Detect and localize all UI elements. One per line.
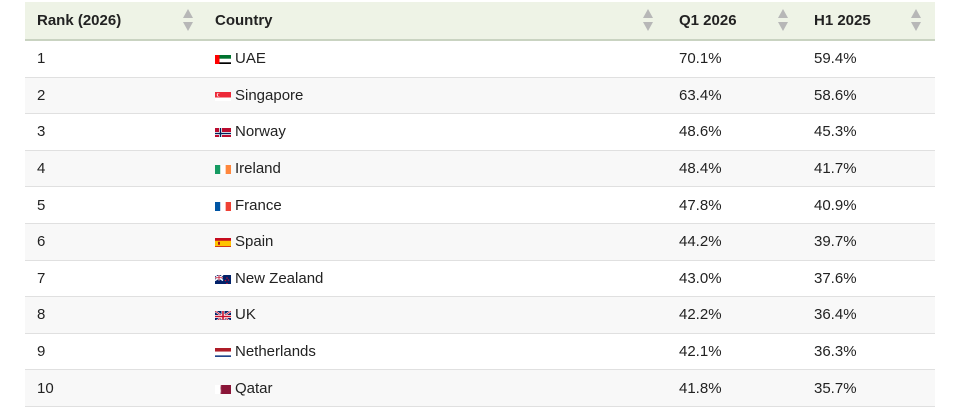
singapore-flag-icon <box>215 90 231 101</box>
table-row: 7 New Zealand 43.0% 37.6% <box>25 260 935 298</box>
country-name: Netherlands <box>235 343 316 361</box>
table-row: 4 Ireland 48.4% 41.7% <box>25 150 935 188</box>
sort-arrows-icon[interactable] <box>642 9 653 33</box>
q1-2026-cell: 42.2% <box>667 296 802 334</box>
ireland-flag-icon <box>215 163 231 175</box>
country-cell: New Zealand <box>207 260 667 298</box>
country-name: France <box>235 196 282 214</box>
column-header-country[interactable]: Country <box>207 2 667 41</box>
uae-flag-icon <box>215 53 231 65</box>
ranking-table: Rank (2026) Country Q1 2026 H1 2025 1 UAE… <box>25 2 935 407</box>
spain-flag-icon <box>215 236 231 248</box>
uk-flag-icon <box>215 309 231 321</box>
rank-cell: 5 <box>25 186 207 224</box>
column-header-label: Rank (2026) <box>37 12 122 29</box>
country-name: Ireland <box>235 160 281 178</box>
country-name: UAE <box>235 50 266 68</box>
country-name: Qatar <box>235 379 273 397</box>
h1-2025-cell: 37.6% <box>802 260 935 298</box>
country-name: Spain <box>235 233 274 251</box>
h1-2025-cell: 45.3% <box>802 113 935 151</box>
q1-2026-cell: 63.4% <box>667 77 802 115</box>
country-name: UK <box>235 306 256 324</box>
q1-2026-cell: 44.2% <box>667 223 802 261</box>
country-cell: UK <box>207 296 667 334</box>
h1-2025-cell: 59.4% <box>802 40 935 78</box>
norway-flag-icon <box>215 126 231 138</box>
h1-2025-cell: 39.7% <box>802 223 935 261</box>
h1-2025-cell: 41.7% <box>802 150 935 188</box>
q1-2026-cell: 43.0% <box>667 260 802 298</box>
rank-cell: 3 <box>25 113 207 151</box>
sort-arrows-icon[interactable] <box>182 9 193 33</box>
h1-2025-cell: 36.3% <box>802 333 935 371</box>
country-cell: Singapore <box>207 77 667 115</box>
new-zealand-flag-icon <box>215 273 231 284</box>
q1-2026-cell: 48.4% <box>667 150 802 188</box>
column-header-q1-2026[interactable]: Q1 2026 <box>667 2 802 41</box>
q1-2026-cell: 48.6% <box>667 113 802 151</box>
sort-arrows-icon[interactable] <box>777 9 788 33</box>
country-name: Singapore <box>235 86 304 104</box>
country-cell: Norway <box>207 113 667 151</box>
rank-cell: 10 <box>25 369 207 407</box>
table-row: 8 UK 42.2% 36.4% <box>25 296 935 334</box>
table-row: 1 UAE 70.1% 59.4% <box>25 40 935 78</box>
column-header-label: Country <box>215 12 273 29</box>
country-cell: UAE <box>207 40 667 78</box>
table-row: 6 Spain 44.2% 39.7% <box>25 223 935 261</box>
q1-2026-cell: 47.8% <box>667 186 802 224</box>
ranking-table-container: Rank (2026) Country Q1 2026 H1 2025 1 UAE… <box>25 2 935 407</box>
h1-2025-cell: 35.7% <box>802 369 935 407</box>
h1-2025-cell: 58.6% <box>802 77 935 115</box>
country-name: New Zealand <box>235 269 324 287</box>
q1-2026-cell: 41.8% <box>667 369 802 407</box>
table-row: 9 Netherlands 42.1% 36.3% <box>25 333 935 371</box>
country-name: Norway <box>235 123 286 141</box>
table-header-row: Rank (2026) Country Q1 2026 H1 2025 <box>25 2 935 41</box>
column-header-label: Q1 2026 <box>679 12 737 29</box>
column-header-h1-2025[interactable]: H1 2025 <box>802 2 935 41</box>
table-row: 5 France 47.8% 40.9% <box>25 186 935 224</box>
rank-cell: 6 <box>25 223 207 261</box>
qatar-flag-icon <box>215 383 231 394</box>
country-cell: Qatar <box>207 369 667 407</box>
column-header-rank[interactable]: Rank (2026) <box>25 2 207 41</box>
rank-cell: 9 <box>25 333 207 371</box>
rank-cell: 8 <box>25 296 207 334</box>
country-cell: Ireland <box>207 150 667 188</box>
h1-2025-cell: 36.4% <box>802 296 935 334</box>
netherlands-flag-icon <box>215 346 231 358</box>
country-cell: France <box>207 186 667 224</box>
table-row: 10 Qatar 41.8% 35.7% <box>25 369 935 407</box>
rank-cell: 7 <box>25 260 207 298</box>
table-row: 3 Norway 48.6% 45.3% <box>25 113 935 151</box>
q1-2026-cell: 42.1% <box>667 333 802 371</box>
country-cell: Netherlands <box>207 333 667 371</box>
sort-arrows-icon[interactable] <box>910 9 921 33</box>
rank-cell: 4 <box>25 150 207 188</box>
table-row: 2 Singapore 63.4% 58.6% <box>25 77 935 115</box>
rank-cell: 1 <box>25 40 207 78</box>
h1-2025-cell: 40.9% <box>802 186 935 224</box>
country-cell: Spain <box>207 223 667 261</box>
column-header-label: H1 2025 <box>814 12 871 29</box>
rank-cell: 2 <box>25 77 207 115</box>
france-flag-icon <box>215 200 231 211</box>
q1-2026-cell: 70.1% <box>667 40 802 78</box>
